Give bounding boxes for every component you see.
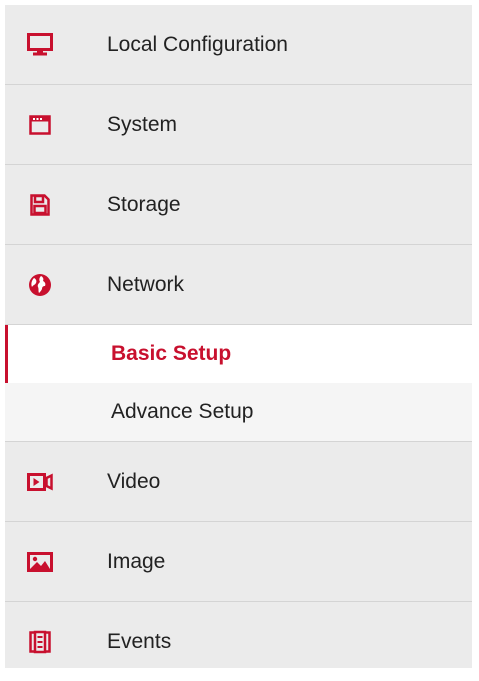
submenu-item-advance-setup[interactable]: Advance Setup: [5, 383, 472, 442]
menu-item-label: Events: [107, 629, 172, 653]
menu-item-video[interactable]: Video: [5, 442, 472, 522]
menu-item-network[interactable]: Network: [5, 245, 472, 325]
video-camera-icon: [27, 469, 53, 495]
menu-item-label: Network: [107, 272, 185, 296]
menu-item-local-configuration[interactable]: Local Configuration: [5, 5, 472, 85]
submenu-item-label: Advance Setup: [111, 400, 254, 423]
events-list-icon: [27, 629, 53, 655]
submenu-item-basic-setup[interactable]: Basic Setup: [5, 325, 472, 383]
menu-item-label: Video: [107, 469, 161, 493]
menu-item-label: System: [107, 112, 178, 136]
menu-item-storage[interactable]: Storage: [5, 165, 472, 245]
menu-item-events[interactable]: Events: [5, 602, 472, 681]
active-indicator: [5, 325, 8, 383]
globe-icon: [27, 272, 53, 298]
submenu-item-label: Basic Setup: [111, 342, 232, 365]
menu-item-system[interactable]: System: [5, 85, 472, 165]
monitor-icon: [27, 32, 53, 58]
window-icon: [27, 112, 53, 138]
floppy-disk-icon: [27, 192, 53, 218]
menu-item-image[interactable]: Image: [5, 522, 472, 602]
picture-icon: [27, 549, 53, 575]
menu-item-label: Local Configuration: [107, 32, 288, 56]
menu-item-label: Image: [107, 549, 166, 573]
menu-item-label: Storage: [107, 192, 181, 216]
sidebar-menu: Local Configuration System Storage Netwo…: [5, 5, 472, 668]
